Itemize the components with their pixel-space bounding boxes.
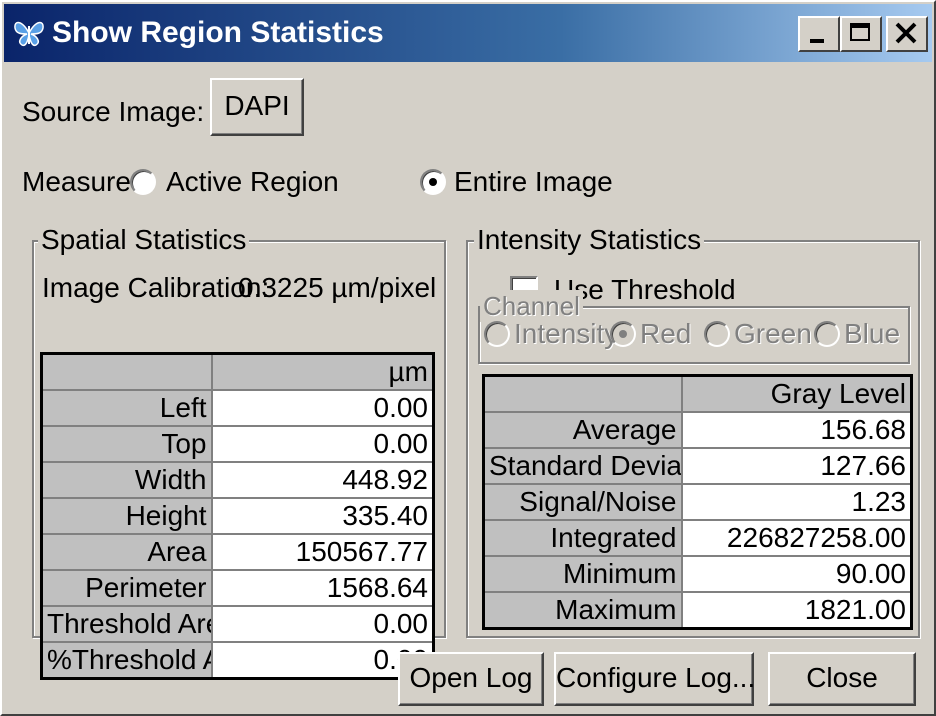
row-value: 226827258.00 xyxy=(680,519,913,557)
window-title: Show Region Statistics xyxy=(52,16,384,49)
row-label: Perimeter xyxy=(40,569,213,607)
row-value: 1568.64 xyxy=(210,569,435,607)
row-label: Left xyxy=(40,389,213,427)
red-channel-radio[interactable] xyxy=(610,321,636,347)
row-label: Signal/Noise xyxy=(482,483,683,521)
row-label: Maximum xyxy=(482,591,683,630)
table-row: %Threshold Area0.00 xyxy=(40,641,435,680)
table-row: Integrated 226827258.00 xyxy=(482,519,913,557)
entire-image-label[interactable]: Entire Image xyxy=(454,166,613,198)
row-label: Standard Deviation xyxy=(482,447,683,485)
title-bar[interactable]: Show Region Statistics xyxy=(4,4,932,62)
row-label: Top xyxy=(40,425,213,463)
region-statistics-window: Show Region Statistics Source Image: DAP… xyxy=(0,0,936,716)
table-row: Perimeter 1568.64 xyxy=(40,569,435,607)
intensity-channel-label[interactable]: Intensity xyxy=(514,318,618,350)
gray-level-header-cell: Gray Level xyxy=(680,374,913,413)
table-row: Width 448.92 xyxy=(40,461,435,499)
row-value: 0.00 xyxy=(210,389,435,427)
image-calibration-label: Image Calibration: xyxy=(42,272,270,303)
table-row: Top 0.00 xyxy=(40,425,435,463)
blue-channel-radio[interactable] xyxy=(814,321,840,347)
unit-header-cell: µm xyxy=(210,352,435,391)
row-label: %Threshold Area xyxy=(40,641,213,680)
row-value: 335.40 xyxy=(210,497,435,535)
table-row: Left 0.00 xyxy=(40,389,435,427)
measure-label: Measure: xyxy=(22,166,139,197)
row-value: 150567.77 xyxy=(210,533,435,571)
row-value: 90.00 xyxy=(680,555,913,593)
green-channel-radio[interactable] xyxy=(704,321,730,347)
blue-channel-label[interactable]: Blue xyxy=(844,318,900,350)
table-header-row: µm xyxy=(40,352,435,391)
minimize-icon xyxy=(810,39,824,43)
row-label: Threshold Area xyxy=(40,605,213,643)
table-row: Standard Deviation127.66 xyxy=(482,447,913,485)
minimize-button[interactable] xyxy=(798,16,840,52)
maximize-button[interactable] xyxy=(840,16,882,52)
close-window-button[interactable] xyxy=(886,16,928,52)
open-log-button[interactable]: Open Log xyxy=(398,652,544,706)
spatial-statistics-table: µm Left 0.00 Top 0.00 Width 448.92 Height 33… xyxy=(40,352,435,680)
table-row: Average 156.68 xyxy=(482,411,913,449)
row-label: Average xyxy=(482,411,683,449)
green-channel-label[interactable]: Green xyxy=(734,318,812,350)
row-label: Height xyxy=(40,497,213,535)
intensity-statistics-table: Gray Level Average156.68 Standard Deviat… xyxy=(482,374,913,630)
source-image-button[interactable]: DAPI xyxy=(210,78,304,136)
row-value: 1.23 xyxy=(680,483,913,521)
entire-image-radio[interactable] xyxy=(420,169,446,195)
close-button[interactable]: Close xyxy=(768,652,916,706)
source-image-label: Source Image: xyxy=(22,96,205,127)
row-label: Integrated xyxy=(482,519,683,557)
row-value: 0.00 xyxy=(210,425,435,463)
spatial-statistics-legend: Spatial Statistics xyxy=(38,224,250,256)
image-calibration-value: 0.3225 µm/pixel xyxy=(238,272,437,303)
intensity-channel-radio[interactable] xyxy=(484,321,510,347)
intensity-statistics-legend: Intensity Statistics xyxy=(474,224,705,256)
table-row: Area 150567.77 xyxy=(40,533,435,571)
table-row: Threshold Area0.00 xyxy=(40,605,435,643)
row-value: 156.68 xyxy=(680,411,913,449)
active-region-radio[interactable] xyxy=(130,169,156,195)
table-row: Height 335.40 xyxy=(40,497,435,535)
red-channel-label[interactable]: Red xyxy=(640,318,691,350)
header-corner-cell xyxy=(40,352,213,391)
table-header-row: Gray Level xyxy=(482,374,913,413)
row-label: Width xyxy=(40,461,213,499)
row-value: 1821.00 xyxy=(680,591,913,630)
butterfly-icon xyxy=(14,21,44,47)
active-region-label[interactable]: Active Region xyxy=(166,166,339,198)
row-value: 0.00 xyxy=(210,605,435,643)
row-label: Area xyxy=(40,533,213,571)
close-icon xyxy=(895,22,917,44)
table-row: Maximum 1821.00 xyxy=(482,591,913,630)
configure-log-button[interactable]: Configure Log... xyxy=(554,652,755,706)
maximize-icon xyxy=(850,23,870,41)
row-value: 448.92 xyxy=(210,461,435,499)
row-value: 127.66 xyxy=(680,447,913,485)
row-label: Minimum xyxy=(482,555,683,593)
table-row: Minimum 90.00 xyxy=(482,555,913,593)
header-corner-cell xyxy=(482,374,683,413)
table-row: Signal/Noise 1.23 xyxy=(482,483,913,521)
